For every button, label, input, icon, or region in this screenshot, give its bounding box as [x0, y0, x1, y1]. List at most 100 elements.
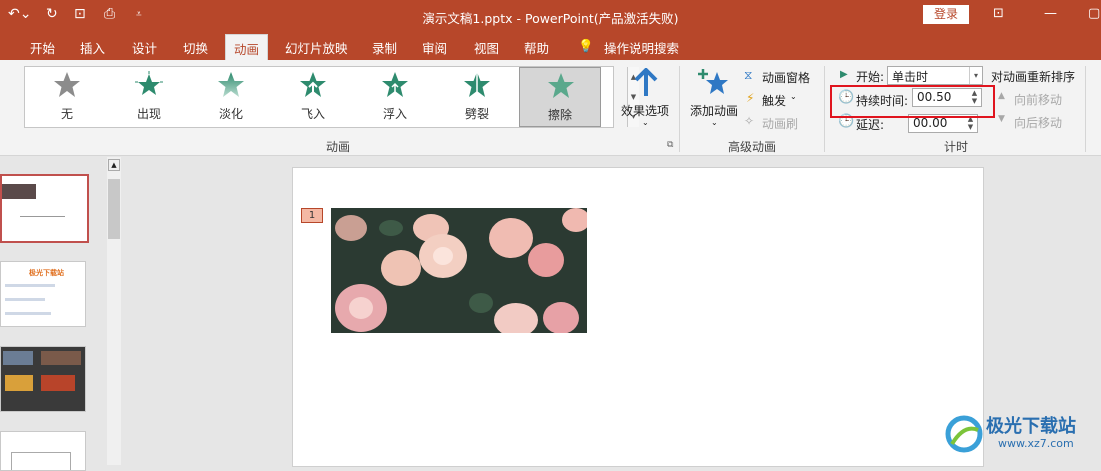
- trigger-button[interactable]: ⚡ 触发 ⌄: [744, 91, 804, 109]
- rose-image: [331, 208, 587, 333]
- minimize-icon[interactable]: —: [1044, 6, 1057, 21]
- star-fly-icon: [300, 72, 326, 97]
- animation-none[interactable]: 无: [31, 67, 103, 127]
- move-later-button[interactable]: ▼ 向后移动: [998, 114, 1068, 132]
- watermark-logo-icon: [945, 415, 983, 453]
- group-divider: [824, 66, 825, 152]
- rose-photo[interactable]: [331, 208, 587, 333]
- title-bar: ↶⌄ ↻ ⊡ ⎙ ⩡ 演示文稿1.pptx - PowerPoint(产品激活失…: [0, 0, 1101, 32]
- thumbnail-image: [5, 375, 33, 391]
- tab-help[interactable]: 帮助: [524, 38, 549, 57]
- slide-thumbnail-1[interactable]: [0, 174, 89, 243]
- move-earlier-label: 向前移动: [1014, 93, 1063, 107]
- tab-slideshow[interactable]: 幻灯片放映: [285, 38, 348, 57]
- star-gray-icon: [54, 72, 80, 97]
- start-value: 单击时: [892, 70, 929, 84]
- scroll-thumb[interactable]: [108, 179, 120, 239]
- move-later-label: 向后移动: [1014, 116, 1063, 130]
- chevron-down-icon: ⌄: [711, 118, 718, 127]
- thumbnail-title: 极光下载站: [29, 269, 64, 277]
- animation-fly-in[interactable]: 飞入: [277, 67, 349, 127]
- star-burst-icon: [135, 71, 163, 95]
- animation-label: 劈裂: [464, 107, 489, 121]
- ribbon-display-icon[interactable]: ⊡: [993, 6, 1004, 21]
- thumbnail-line: [5, 312, 51, 315]
- ribbon-tabs: 开始 插入 设计 切换 动画 幻灯片放映 录制 审阅 视图 帮助 💡 操作说明搜…: [0, 32, 1101, 61]
- delay-label: 延迟:: [856, 118, 885, 132]
- animation-wipe[interactable]: 擦除: [519, 67, 601, 127]
- tab-home[interactable]: 开始: [30, 38, 55, 57]
- triangle-up-icon: ▲: [998, 91, 1005, 101]
- thumbnail-scrollbar[interactable]: ▲: [107, 157, 121, 465]
- thumbnail-image: [2, 184, 36, 199]
- chevron-down-icon: ⌄: [642, 118, 649, 127]
- animation-label: 出现: [136, 107, 161, 121]
- animation-label: 无: [60, 107, 73, 121]
- tab-design[interactable]: 设计: [132, 38, 157, 57]
- watermark-url: www.xz7.com: [998, 437, 1074, 450]
- start-label: 开始:: [856, 70, 885, 84]
- trigger-label: 触发: [762, 94, 787, 108]
- reorder-title: 对动画重新排序: [991, 70, 1076, 84]
- group-divider: [1085, 66, 1086, 152]
- animation-appear[interactable]: 出现: [113, 67, 185, 127]
- animation-label: 浮入: [382, 107, 407, 121]
- thumbnail-table: [11, 452, 71, 470]
- group-label-timing: 计时: [944, 140, 969, 154]
- dialog-launcher-icon[interactable]: ⧉: [667, 140, 673, 150]
- animation-gallery: 无 出现 淡化 飞入 浮入 劈裂 擦除 ▲ ▼ ▾: [24, 66, 639, 128]
- watermark-text: 极光下载站: [986, 416, 1076, 437]
- animation-float-in[interactable]: 浮入: [359, 67, 431, 127]
- delay-value: 00.00: [913, 116, 948, 130]
- star-fade-icon: [218, 72, 244, 97]
- start-select[interactable]: 单击时 ▾: [887, 66, 983, 85]
- play-icon: ▶: [840, 69, 848, 80]
- dropdown-arrow-icon[interactable]: ▾: [969, 67, 982, 84]
- add-animation-button[interactable]: 添加动画 ⌄: [686, 66, 742, 132]
- slide-thumbnail-3[interactable]: [0, 346, 86, 412]
- scroll-up-icon[interactable]: ▲: [108, 159, 120, 171]
- login-button[interactable]: 登录: [923, 5, 969, 24]
- tab-insert[interactable]: 插入: [80, 38, 105, 57]
- thumbnail-image: [3, 351, 33, 365]
- animation-painter-button[interactable]: ✧ 动画刷: [744, 114, 804, 132]
- thumbnail-image: [41, 375, 75, 391]
- lightning-icon: ⚡: [746, 91, 755, 105]
- group-divider: [679, 66, 680, 152]
- thumbnail-image: [41, 351, 81, 365]
- animation-painter-label: 动画刷: [762, 117, 799, 131]
- highlight-box: [830, 85, 995, 118]
- slide-thumbnail-pane: 极光下载站: [0, 157, 122, 471]
- animation-label: 擦除: [547, 108, 572, 122]
- animation-order-badge[interactable]: 1: [301, 208, 323, 223]
- star-split-icon: [464, 72, 490, 97]
- animation-fade[interactable]: 淡化: [195, 67, 267, 127]
- add-star-icon: [698, 69, 728, 94]
- tab-transitions[interactable]: 切换: [183, 38, 208, 57]
- slide-thumbnail-2[interactable]: 极光下载站: [0, 261, 86, 327]
- animation-pane-label: 动画窗格: [762, 71, 811, 85]
- arrow-up-icon: [634, 68, 658, 96]
- tab-record[interactable]: 录制: [372, 38, 397, 57]
- animation-split[interactable]: 劈裂: [441, 67, 513, 127]
- effect-options-label: 效果选项: [621, 104, 670, 118]
- tab-review[interactable]: 审阅: [422, 38, 447, 57]
- move-earlier-button[interactable]: ▲ 向前移动: [998, 91, 1068, 109]
- tell-me-search[interactable]: 操作说明搜索: [604, 38, 679, 57]
- animation-pane-button[interactable]: ⧖ 动画窗格: [744, 68, 820, 86]
- thumbnail-line: [20, 216, 65, 217]
- group-label-advanced: 高级动画: [728, 140, 777, 154]
- effect-options-button[interactable]: 效果选项 ⌄: [618, 66, 674, 132]
- slide-thumbnail-4[interactable]: [0, 431, 86, 471]
- site-watermark: 极光下载站 www.xz7.com: [944, 410, 1094, 460]
- animation-pane-icon: ⧖: [744, 68, 753, 82]
- tab-animations[interactable]: 动画: [225, 34, 269, 61]
- animation-label: 飞入: [300, 107, 325, 121]
- thumbnail-line: [5, 298, 45, 301]
- triangle-down-icon: ▼: [998, 114, 1005, 124]
- animation-label: 淡化: [218, 107, 243, 121]
- tab-view[interactable]: 视图: [474, 38, 499, 57]
- painter-icon: ✧: [744, 114, 755, 128]
- maximize-icon[interactable]: ▢: [1088, 6, 1100, 21]
- group-label-animation: 动画: [326, 140, 351, 154]
